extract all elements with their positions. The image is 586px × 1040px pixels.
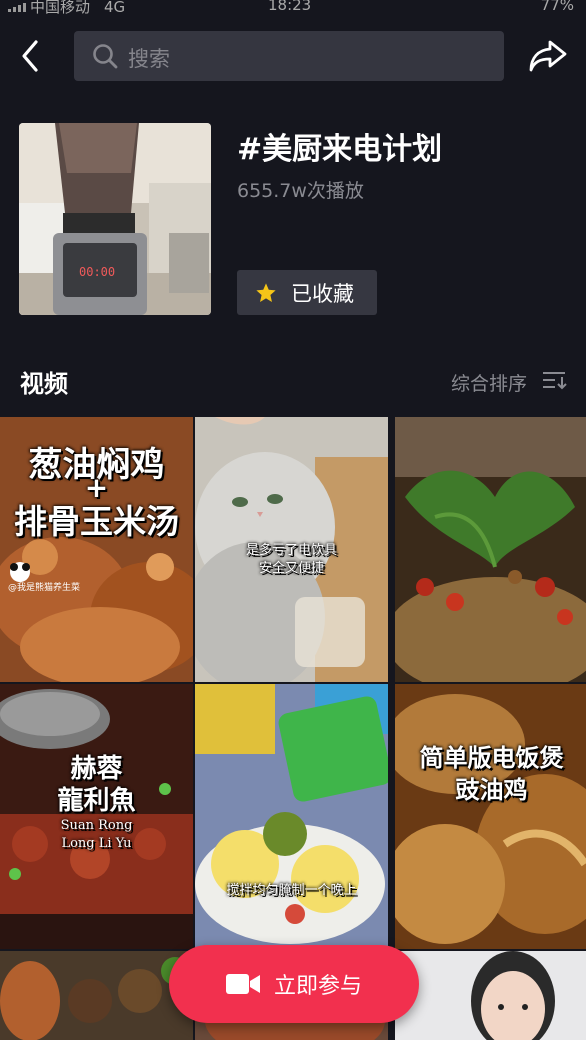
carrier-group: 中国移动 4G — [8, 0, 125, 17]
video-tile-3[interactable] — [395, 417, 586, 682]
section-title: 视频 — [20, 370, 68, 398]
video-tile-9[interactable] — [395, 951, 586, 1040]
video-tile-7[interactable] — [0, 951, 193, 1040]
play-count: 655.7w次播放 — [237, 180, 364, 202]
video-watermark: @我是熊猫养生菜 — [8, 583, 81, 593]
back-button[interactable] — [16, 36, 48, 76]
share-arrow-icon — [529, 40, 567, 72]
search-icon — [93, 44, 118, 69]
carrier-name: 中国移动 — [30, 0, 91, 16]
search-input[interactable]: 搜索 — [74, 31, 504, 81]
network-type: 4G — [104, 0, 126, 16]
favorite-label: 已收藏 — [291, 281, 354, 306]
star-icon — [256, 282, 276, 302]
video-caption: 安全又便捷 — [258, 561, 324, 576]
favorite-button[interactable]: 已收藏 — [237, 270, 377, 315]
video-caption: 排骨玉米汤 — [14, 502, 179, 541]
video-caption: Suan Rong — [60, 818, 133, 833]
join-challenge-button[interactable]: 立即参与 — [169, 945, 419, 1023]
video-caption: 是多亏了电饮具 — [245, 543, 337, 558]
join-label: 立即参与 — [273, 974, 362, 999]
share-button[interactable] — [528, 38, 568, 74]
signal-icon — [8, 2, 26, 12]
video-camera-icon — [225, 974, 260, 994]
topic-title: #美厨来电计划 — [237, 132, 443, 167]
video-caption: 豉油鸡 — [455, 776, 528, 804]
video-tile-6[interactable]: 简单版电饭煲 豉油鸡 — [395, 684, 586, 949]
sort-button[interactable]: 综合排序 — [451, 369, 527, 396]
video-tile-2[interactable]: 是多亏了电饮具 安全又便捷 — [195, 417, 388, 682]
video-tile-5[interactable]: 搅拌均匀腌制一个晚上 — [195, 684, 388, 949]
topic-cover-image: 00:00 — [19, 123, 211, 315]
search-placeholder: 搜索 — [128, 47, 170, 71]
sort-icon[interactable] — [543, 370, 567, 390]
video-caption: 简单版电饭煲 — [419, 744, 564, 772]
video-caption: 搅拌均匀腌制一个晚上 — [226, 883, 357, 898]
chevron-left-icon — [22, 40, 38, 72]
battery-level: 77% — [540, 0, 574, 14]
video-caption: 龍利魚 — [57, 786, 136, 816]
clock: 18:23 — [268, 0, 312, 14]
video-caption: Long Li Yu — [61, 836, 132, 851]
video-tile-4[interactable]: 赫蓉 龍利魚 Suan Rong Long Li Yu — [0, 684, 193, 949]
svg-text:00:00: 00:00 — [79, 265, 115, 279]
status-bar: 中国移动 4G 18:23 77% — [0, 0, 586, 16]
video-tile-1[interactable]: 葱油焖鸡 + 排骨玉米汤 @我是熊猫养生菜 — [0, 417, 193, 682]
